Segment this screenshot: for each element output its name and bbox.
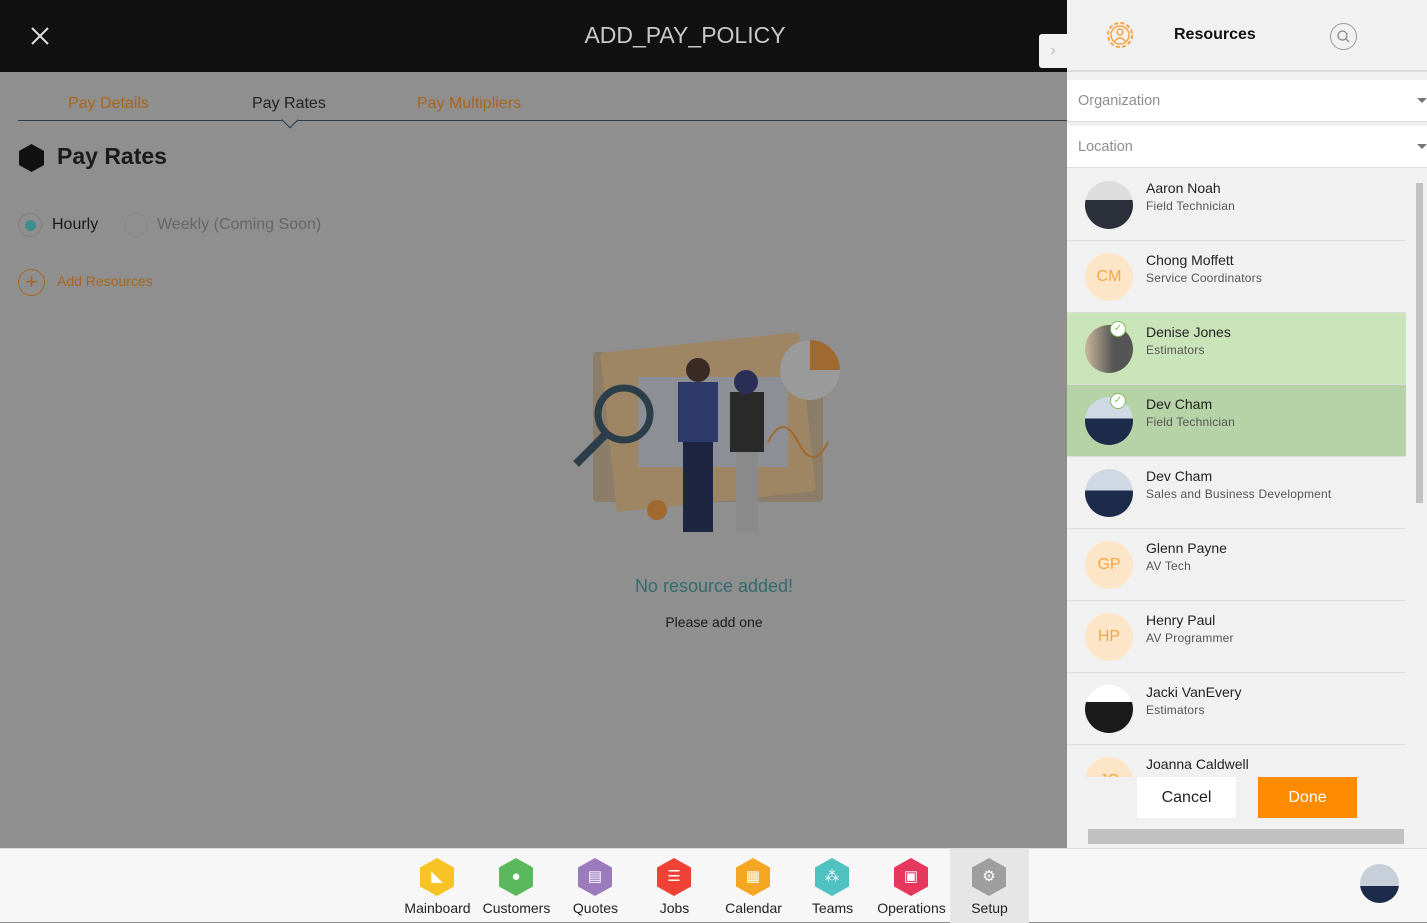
resource-name: Joanna Caldwell [1146, 756, 1249, 772]
nav-label: Setup [971, 900, 1008, 916]
avatar [1085, 685, 1133, 733]
search-icon [1337, 30, 1350, 43]
organization-placeholder: Organization [1078, 93, 1161, 109]
resource-name: Jacki VanEvery [1146, 684, 1242, 700]
customer-icon: ● [499, 858, 533, 896]
check-icon: ✓ [1110, 393, 1126, 409]
location-placeholder: Location [1078, 139, 1133, 155]
resource-name: Dev Cham [1146, 396, 1213, 412]
nav-operations[interactable]: ▣ Operations [872, 849, 951, 923]
resource-row-selected[interactable]: ✓ Dev Cham Field Technician [1067, 385, 1406, 457]
empty-state-title: No resource added! [634, 576, 794, 596]
resource-name: Henry Paul [1146, 612, 1216, 628]
calendar-icon: ▦ [736, 858, 770, 896]
resource-row[interactable]: CM Chong Moffett Service Coordinators [1067, 241, 1406, 313]
nav-jobs[interactable]: ☰ Jobs [635, 849, 714, 923]
resource-name: Denise Jones [1146, 324, 1231, 340]
nav-calendar[interactable]: ▦ Calendar [714, 849, 793, 923]
horizontal-scrollbar[interactable] [1067, 826, 1427, 848]
weekly-radio[interactable] [124, 213, 148, 237]
resource-role: Field Technician [1146, 415, 1236, 429]
vertical-scrollbar[interactable] [1406, 163, 1427, 770]
resource-role: Estimators [1146, 703, 1205, 717]
gear-icon: ⚙ [972, 858, 1006, 896]
empty-state-subtitle: Please add one [665, 614, 763, 630]
resource-role: AV Programmer [1146, 631, 1234, 645]
resource-row[interactable]: Jacki VanEvery Estimators [1067, 673, 1406, 745]
nav-label: Quotes [572, 900, 619, 916]
hourly-label: Hourly [52, 216, 99, 233]
organization-select[interactable]: Organization [1067, 80, 1427, 122]
cancel-button[interactable]: Cancel [1137, 777, 1236, 818]
weekly-label: Weekly (Coming Soon) [157, 216, 322, 233]
avatar: JC [1085, 757, 1133, 777]
nav-label: Jobs [659, 900, 690, 916]
toolbox-icon: ▣ [894, 858, 928, 896]
teams-icon: ⁂ [815, 858, 849, 896]
collapse-panel-button[interactable]: › [1039, 34, 1067, 68]
chevron-down-icon [1417, 98, 1427, 108]
resource-role: Sales and Business Development [1146, 487, 1332, 501]
tab-pay-details[interactable]: Pay Details [68, 95, 149, 113]
resource-row[interactable]: HP Henry Paul AV Programmer [1067, 601, 1406, 673]
resource-role: Estimators [1146, 343, 1205, 357]
resource-row[interactable]: Dev Cham Sales and Business Development [1067, 457, 1406, 529]
chevron-down-icon [1417, 144, 1427, 154]
resource-role: AV Tech [1146, 559, 1191, 573]
avatar [1085, 181, 1133, 229]
tab-bar: Pay Details Pay Rates Pay Multipliers [18, 92, 1067, 129]
tab-pay-multipliers[interactable]: Pay Multipliers [417, 95, 521, 113]
resource-name: Glenn Payne [1146, 540, 1227, 556]
user-avatar[interactable] [1360, 864, 1399, 903]
resource-row[interactable]: Aaron Noah Field Technician [1067, 169, 1406, 241]
nav-label: Calendar [725, 900, 782, 916]
resource-name: Aaron Noah [1146, 180, 1221, 196]
active-tab-caret [281, 111, 299, 129]
avatar [1085, 397, 1133, 445]
resources-title: Resources [1174, 26, 1256, 43]
done-button[interactable]: Done [1258, 777, 1357, 818]
nav-setup[interactable]: ⚙ Setup [950, 849, 1029, 923]
nav-teams[interactable]: ⁂ Teams [793, 849, 872, 923]
nav-quotes[interactable]: ▤ Quotes [556, 849, 635, 923]
avatar: HP [1085, 613, 1133, 661]
resource-row-selected[interactable]: ✓ Denise Jones Estimators [1067, 313, 1406, 385]
check-icon: ✓ [1110, 321, 1126, 337]
resources-gear-icon [1107, 22, 1133, 48]
resources-panel: Resources Organization Location Aaron No… [1067, 0, 1427, 848]
list-icon: ☰ [657, 858, 691, 896]
location-select[interactable]: Location [1067, 126, 1427, 168]
avatar [1085, 325, 1133, 373]
hexagon-icon [19, 144, 44, 172]
nav-label: Operations [877, 900, 946, 916]
avatar [1085, 469, 1133, 517]
resource-name: Chong Moffett [1146, 252, 1234, 268]
nav-label: Teams [811, 900, 854, 916]
resource-row[interactable]: GP Glenn Payne AV Tech [1067, 529, 1406, 601]
section-title: Pay Rates [57, 143, 167, 169]
nav-label: Mainboard [404, 900, 471, 916]
bottom-nav: ◣ Mainboard ● Customers ▤ Quotes ☰ Jobs ▦ Cal… [0, 848, 1427, 923]
search-button[interactable] [1330, 23, 1357, 50]
resource-role: Service Coordinators [1146, 271, 1263, 285]
empty-state-illustration [573, 332, 840, 532]
add-resources-button[interactable]: + [18, 269, 45, 296]
nav-label: Customers [482, 900, 551, 916]
add-resources-link[interactable]: Add Resources [57, 273, 153, 289]
nav-customers[interactable]: ● Customers [477, 849, 556, 923]
resource-name: Dev Cham [1146, 468, 1213, 484]
avatar: CM [1085, 253, 1133, 301]
mainboard-icon: ◣ [420, 858, 454, 896]
quotes-icon: ▤ [578, 858, 612, 896]
resource-role: Field Technician [1146, 199, 1236, 213]
avatar: GP [1085, 541, 1133, 589]
header-bar: ADD_PAY_POLICY [0, 0, 1067, 72]
hourly-radio[interactable] [18, 213, 42, 237]
nav-mainboard[interactable]: ◣ Mainboard [398, 849, 477, 923]
resource-row[interactable]: JC Joanna Caldwell [1067, 745, 1406, 777]
tab-pay-rates[interactable]: Pay Rates [252, 95, 326, 113]
resource-list: Aaron Noah Field Technician CM Chong Moffe… [1067, 169, 1406, 777]
